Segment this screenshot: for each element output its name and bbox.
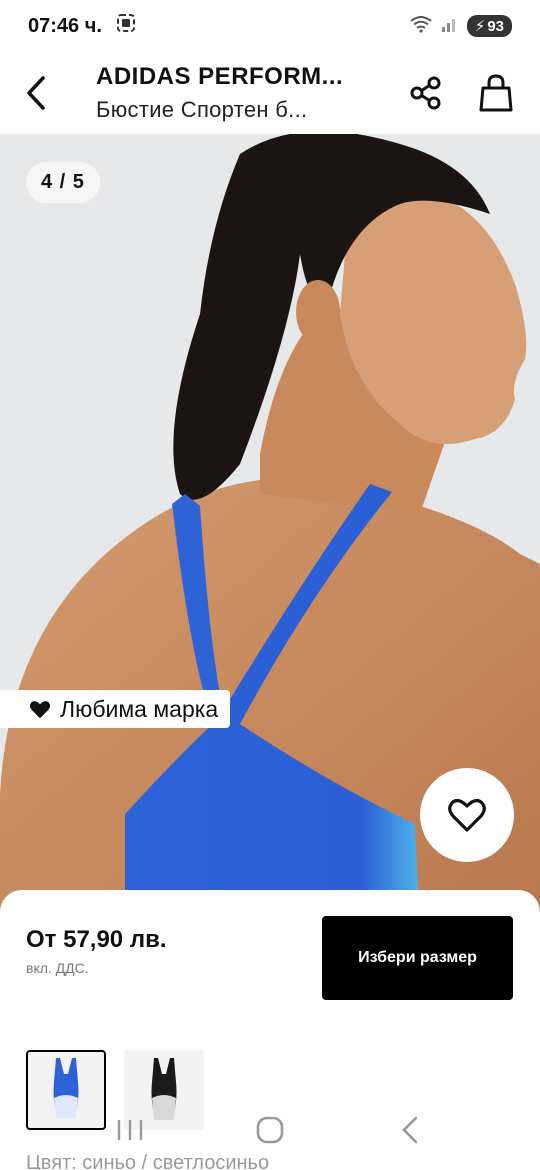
brand-title: ADIDAS PERFORM...	[96, 63, 344, 90]
screenshot-icon	[116, 13, 136, 39]
battery-level: 93	[487, 17, 504, 35]
share-icon	[410, 76, 441, 110]
header-titles: ADIDAS PERFORM... Бюстие Спортен б...	[72, 63, 408, 123]
favorite-brand-badge[interactable]: Любима марка	[0, 690, 231, 728]
home-button[interactable]	[240, 1100, 300, 1160]
cart-button[interactable]	[478, 73, 514, 113]
share-button[interactable]	[408, 73, 444, 113]
battery-indicator: ⚡ 93	[466, 15, 512, 37]
status-right: ⚡ 93	[409, 15, 512, 38]
product-detail-screen: 07:46 ч. ⚡ 93 ADIDAS PERFORM... Бюстие С…	[0, 0, 540, 1170]
status-time: 07:46 ч.	[28, 14, 102, 37]
wifi-icon	[409, 15, 433, 38]
system-nav-bar	[0, 1090, 540, 1170]
favorite-brand-label: Любима марка	[60, 695, 219, 722]
price: От 57,90 лв.	[26, 926, 167, 953]
status-bar: 07:46 ч. ⚡ 93	[0, 0, 540, 52]
chevron-left-icon	[27, 76, 45, 110]
heart-filled-icon	[29, 700, 51, 718]
product-header: ADIDAS PERFORM... Бюстие Спортен б...	[0, 52, 540, 134]
select-size-button[interactable]: Избери размер	[322, 916, 513, 1000]
back-button[interactable]	[0, 52, 72, 134]
signal-icon	[441, 15, 459, 38]
recent-apps-button[interactable]	[100, 1100, 160, 1160]
product-name: Бюстие Спортен б...	[96, 97, 308, 122]
header-actions	[408, 73, 540, 113]
heart-outline-icon	[448, 799, 486, 832]
wishlist-button[interactable]	[420, 768, 514, 862]
image-counter: 4 / 5	[26, 162, 100, 203]
product-image-carousel[interactable]: 4 / 5	[0, 134, 540, 934]
back-arrow-icon	[402, 1116, 418, 1144]
charging-icon: ⚡	[474, 18, 486, 35]
shopping-bag-icon	[479, 74, 513, 112]
home-icon	[256, 1116, 284, 1144]
recents-icon	[117, 1120, 143, 1140]
system-back-button[interactable]	[380, 1100, 440, 1160]
vat-note: вкл. ДДС.	[26, 960, 89, 976]
status-left: 07:46 ч.	[28, 13, 136, 39]
